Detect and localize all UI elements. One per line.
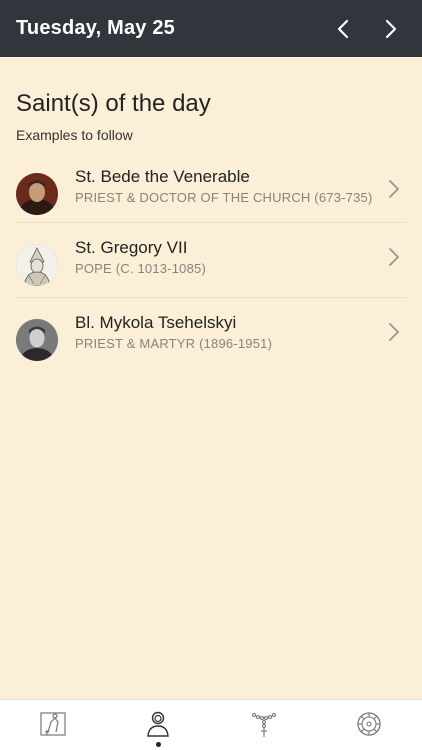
tab-prayer[interactable] xyxy=(0,700,106,750)
chevron-right-icon xyxy=(389,323,399,341)
saint-item-bede[interactable]: St. Bede the Venerable PRIEST & DOCTOR O… xyxy=(0,158,422,222)
saint-description: PRIEST & MARTYR (1896-1951) xyxy=(75,336,273,351)
avatar xyxy=(16,319,58,361)
chevron-right-icon xyxy=(389,180,399,198)
next-day-button[interactable] xyxy=(376,9,406,49)
top-bar: Tuesday, May 25 xyxy=(0,0,422,57)
saint-name: St. Bede the Venerable xyxy=(75,167,250,186)
main-content: Saint(s) of the day Examples to follow S… xyxy=(0,57,422,372)
saint-item-mykola[interactable]: Bl. Mykola Tsehelskyi PRIEST & MARTYR (1… xyxy=(0,298,422,372)
previous-day-button[interactable] xyxy=(328,9,358,49)
saint-description: PRIEST & DOCTOR OF THE CHURCH (673-735) xyxy=(75,190,373,205)
saint-name: St. Gregory VII xyxy=(75,238,188,257)
saint-item-gregory[interactable]: St. Gregory VII POPE (C. 1013-1085) xyxy=(0,223,422,297)
tab-rosary[interactable] xyxy=(211,700,317,750)
date-title: Tuesday, May 25 xyxy=(16,17,175,39)
saint-portrait-image xyxy=(16,319,58,361)
avatar xyxy=(16,244,58,286)
rosary-icon xyxy=(251,712,276,737)
saint-portrait-image xyxy=(16,244,58,286)
saint-description: POPE (C. 1013-1085) xyxy=(75,261,206,276)
settings-icon xyxy=(357,712,381,736)
avatar xyxy=(16,173,58,215)
saints-icon xyxy=(147,711,170,737)
saint-name: Bl. Mykola Tsehelskyi xyxy=(75,313,237,332)
tab-settings[interactable] xyxy=(317,700,422,750)
saint-portrait-image xyxy=(16,173,58,215)
tab-bar xyxy=(0,699,422,750)
prayer-icon xyxy=(40,712,66,736)
chevron-right-icon xyxy=(389,248,399,266)
tab-saints[interactable] xyxy=(106,700,212,750)
chevron-left-icon xyxy=(337,19,349,38)
saints-list: St. Bede the Venerable PRIEST & DOCTOR O… xyxy=(0,158,422,372)
page-subtitle: Examples to follow xyxy=(16,127,133,143)
page-title: Saint(s) of the day xyxy=(16,90,211,117)
chevron-right-icon xyxy=(385,19,397,38)
selected-indicator xyxy=(155,742,161,747)
